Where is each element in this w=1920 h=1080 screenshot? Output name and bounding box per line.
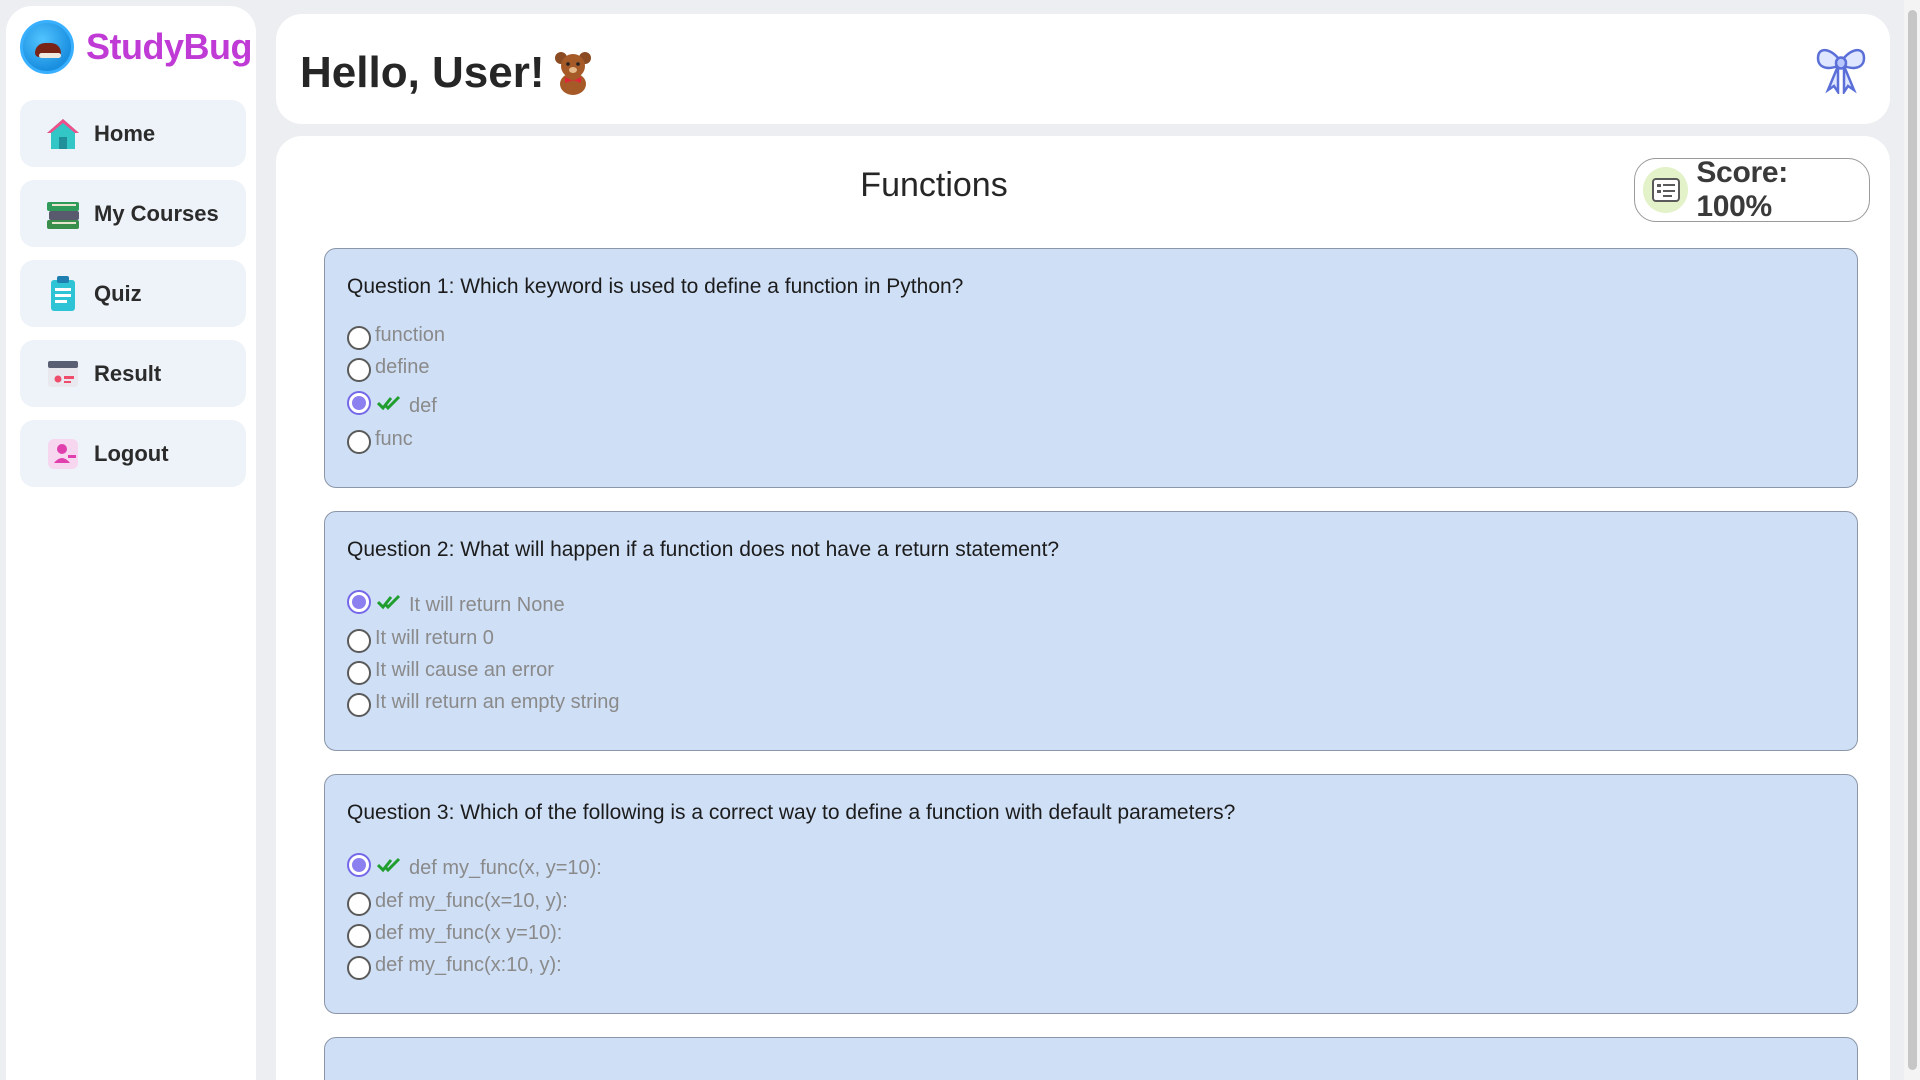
- sidebar-item-label: My Courses: [94, 200, 219, 226]
- radio-button[interactable]: [347, 629, 371, 653]
- radio-button[interactable]: [347, 956, 371, 980]
- option[interactable]: func: [347, 423, 1835, 455]
- sidebar-item-label: Result: [94, 360, 162, 386]
- option-label: define: [375, 355, 430, 378]
- page-scrollbar[interactable]: [1904, 0, 1920, 1080]
- option-selected[interactable]: It will return None: [347, 582, 1835, 622]
- header: Hello, User!: [276, 14, 1890, 124]
- option-label: def my_func(x y=10):: [375, 921, 563, 944]
- radio-button[interactable]: [347, 358, 371, 382]
- option-label: function: [375, 323, 446, 346]
- question-card: [324, 1037, 1858, 1080]
- question-list: Question 1: Which keyword is used to def…: [324, 248, 1858, 1080]
- option[interactable]: It will cause an error: [347, 654, 1835, 686]
- question-text: Question 3: Which of the following is a …: [347, 801, 1236, 824]
- option-label: It will return None: [409, 593, 565, 616]
- option[interactable]: function: [347, 319, 1835, 351]
- studybug-logo-icon: [20, 20, 74, 74]
- score-sheet-icon: [1643, 167, 1689, 213]
- main-panel: Functions Score: 100% Question 1: Which …: [276, 136, 1890, 1080]
- radio-button[interactable]: [347, 326, 371, 350]
- options-group: function define def func: [347, 319, 1835, 455]
- clipboard-icon: [44, 275, 82, 313]
- home-icon: [44, 115, 82, 153]
- bow-icon[interactable]: [1814, 42, 1868, 97]
- teddy-bear-icon: [551, 50, 595, 96]
- radio-button[interactable]: [347, 892, 371, 916]
- scrollbar-thumb[interactable]: [1908, 10, 1917, 1070]
- question-card: Question 1: Which keyword is used to def…: [324, 248, 1858, 488]
- option-label: It will cause an error: [375, 658, 554, 681]
- question-text: Question 1: Which keyword is used to def…: [347, 275, 964, 298]
- result-icon: [44, 355, 82, 393]
- sidebar-item-quiz[interactable]: Quiz: [20, 260, 246, 327]
- option[interactable]: def my_func(x=10, y):: [347, 885, 1835, 917]
- radio-button[interactable]: [347, 661, 371, 685]
- sidebar-item-home[interactable]: Home: [20, 100, 246, 167]
- radio-button-checked[interactable]: [347, 590, 371, 614]
- option-label: It will return 0: [375, 626, 494, 649]
- option-label: def my_func(x:10, y):: [375, 953, 562, 976]
- option-selected[interactable]: def: [347, 383, 1835, 423]
- option-label: def my_func(x=10, y):: [375, 889, 568, 912]
- page-title: Functions: [860, 166, 1008, 204]
- sidebar-item-label: Logout: [94, 440, 169, 466]
- logout-icon: [44, 435, 82, 473]
- option-label: def my_func(x, y=10):: [409, 856, 602, 879]
- sidebar: StudyBug Home My Courses Quiz Result Log…: [6, 6, 256, 1080]
- score-badge: Score: 100%: [1634, 156, 1870, 223]
- option-label: def: [409, 394, 437, 417]
- double-check-icon: [376, 394, 403, 412]
- option[interactable]: def my_func(x y=10):: [347, 917, 1835, 949]
- double-check-icon: [376, 856, 403, 874]
- greeting: Hello, User!: [300, 48, 595, 98]
- option-selected[interactable]: def my_func(x, y=10):: [347, 845, 1835, 885]
- app-logo[interactable]: StudyBug: [20, 20, 252, 74]
- sidebar-nav: Home My Courses Quiz Result Logout: [20, 100, 246, 500]
- option[interactable]: It will return 0: [347, 622, 1835, 654]
- options-group: It will return None It will return 0 It …: [347, 582, 1835, 718]
- radio-button[interactable]: [347, 430, 371, 454]
- question-card: Question 2: What will happen if a functi…: [324, 511, 1858, 751]
- sidebar-item-my-courses[interactable]: My Courses: [20, 180, 246, 247]
- sidebar-item-result[interactable]: Result: [20, 340, 246, 407]
- option-label: func: [375, 427, 413, 450]
- radio-button-checked[interactable]: [347, 391, 371, 415]
- radio-button[interactable]: [347, 693, 371, 717]
- score-value: Score: 100%: [1696, 156, 1788, 223]
- option[interactable]: It will return an empty string: [347, 686, 1835, 718]
- app-name: StudyBug: [86, 26, 252, 67]
- radio-button[interactable]: [347, 924, 371, 948]
- option[interactable]: def my_func(x:10, y):: [347, 949, 1835, 981]
- radio-button-checked[interactable]: [347, 853, 371, 877]
- question-card: Question 3: Which of the following is a …: [324, 774, 1858, 1014]
- question-text: Question 2: What will happen if a functi…: [347, 538, 1060, 561]
- double-check-icon: [376, 593, 403, 611]
- options-group: def my_func(x, y=10): def my_func(x=10, …: [347, 845, 1835, 981]
- sidebar-item-label: Quiz: [94, 280, 142, 306]
- sidebar-item-logout[interactable]: Logout: [20, 420, 246, 487]
- option-label: It will return an empty string: [375, 690, 620, 713]
- greeting-text: Hello, User!: [300, 48, 545, 97]
- sidebar-item-label: Home: [94, 120, 156, 146]
- books-icon: [44, 195, 82, 233]
- option[interactable]: define: [347, 351, 1835, 383]
